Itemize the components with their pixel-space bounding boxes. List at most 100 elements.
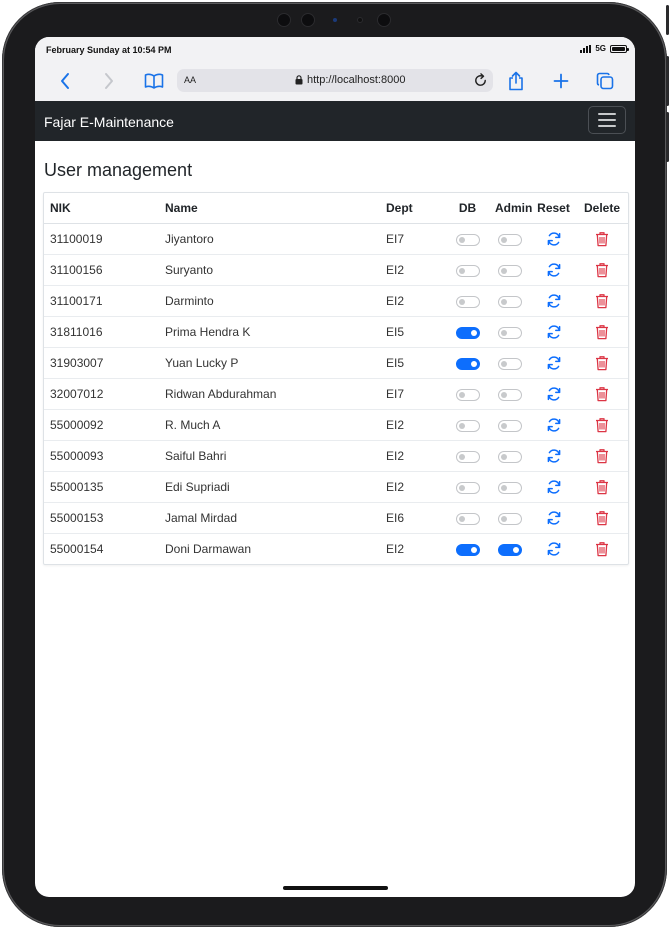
menu-toggle-button[interactable] — [588, 106, 626, 134]
admin-toggle[interactable] — [498, 512, 522, 525]
new-tab-button[interactable] — [549, 69, 573, 93]
db-toggle[interactable] — [455, 357, 480, 370]
back-button[interactable] — [53, 69, 77, 93]
table-row: 32007012 Ridwan Abdurahman EI7 — [44, 378, 628, 410]
reset-button[interactable] — [544, 260, 564, 280]
cell-name: Jiyantoro — [159, 223, 380, 255]
admin-toggle[interactable] — [498, 543, 522, 556]
book-icon — [144, 73, 164, 89]
reload-icon[interactable] — [472, 72, 489, 89]
delete-button[interactable] — [592, 322, 612, 342]
page-title: User management — [44, 160, 193, 180]
brand-link[interactable]: Fajar E-Maintenance — [44, 114, 174, 130]
bookmarks-button[interactable] — [142, 69, 166, 93]
address-bar[interactable]: AA http://localhost:8000 — [177, 69, 493, 92]
admin-toggle[interactable] — [498, 357, 522, 370]
delete-button[interactable] — [592, 291, 612, 311]
trash-icon — [596, 511, 608, 526]
cell-dept: EI7 — [380, 378, 446, 410]
chevron-left-icon — [61, 73, 69, 89]
admin-toggle[interactable] — [498, 326, 522, 339]
delete-button[interactable] — [592, 446, 612, 466]
delete-button[interactable] — [592, 415, 612, 435]
url-display[interactable]: http://localhost:8000 — [295, 74, 405, 86]
reset-button[interactable] — [544, 229, 564, 249]
reset-button[interactable] — [544, 291, 564, 311]
tabs-button[interactable] — [593, 69, 617, 93]
sensor-dot-icon — [357, 17, 363, 23]
cell-name: Yuan Lucky P — [159, 347, 380, 379]
screen: February Sunday at 10:54 PM 5G AA http:/… — [35, 37, 635, 897]
reset-button[interactable] — [544, 322, 564, 342]
db-toggle[interactable] — [455, 543, 480, 556]
cell-name: R. Much A — [159, 409, 380, 441]
table-row: 55000153 Jamal Mirdad EI6 — [44, 502, 628, 534]
db-toggle[interactable] — [455, 450, 480, 463]
share-button[interactable] — [504, 69, 528, 93]
refresh-icon — [547, 418, 560, 432]
refresh-icon — [547, 325, 560, 339]
db-toggle[interactable] — [455, 326, 480, 339]
delete-button[interactable] — [592, 508, 612, 528]
text-size-button[interactable]: AA — [184, 75, 196, 85]
db-toggle[interactable] — [455, 233, 480, 246]
reset-button[interactable] — [544, 353, 564, 373]
db-toggle[interactable] — [455, 295, 480, 308]
reset-button[interactable] — [544, 508, 564, 528]
cell-name: Darminto — [159, 285, 380, 317]
db-toggle[interactable] — [455, 481, 480, 494]
admin-toggle[interactable] — [498, 388, 522, 401]
table-row: 55000092 R. Much A EI2 — [44, 409, 628, 441]
app-navbar: Fajar E-Maintenance — [35, 101, 635, 141]
db-toggle[interactable] — [455, 419, 480, 432]
delete-button[interactable] — [592, 384, 612, 404]
cell-nik: 31811016 — [44, 316, 159, 348]
reset-button[interactable] — [544, 477, 564, 497]
cell-dept: EI6 — [380, 502, 446, 534]
cell-dept: EI2 — [380, 409, 446, 441]
plus-icon — [553, 73, 569, 89]
header-nik: NIK — [44, 193, 159, 224]
table-header-row: NIK Name Dept DB Admin Reset Delete — [44, 193, 628, 224]
db-toggle[interactable] — [455, 388, 480, 401]
header-name: Name — [159, 193, 380, 224]
battery-icon — [610, 44, 629, 53]
admin-toggle[interactable] — [498, 233, 522, 246]
trash-icon — [596, 325, 608, 340]
delete-button[interactable] — [592, 260, 612, 280]
reset-button[interactable] — [544, 415, 564, 435]
network-label: 5G — [595, 44, 606, 53]
admin-toggle[interactable] — [498, 419, 522, 432]
indicator-icon — [333, 18, 337, 22]
cell-nik: 31100156 — [44, 254, 159, 286]
cell-name: Edi Supriadi — [159, 471, 380, 503]
cell-name: Suryanto — [159, 254, 380, 286]
reset-button[interactable] — [544, 446, 564, 466]
delete-button[interactable] — [592, 229, 612, 249]
cell-nik: 55000154 — [50, 542, 104, 556]
home-indicator[interactable] — [283, 886, 388, 890]
delete-button[interactable] — [592, 353, 612, 373]
status-bar: February Sunday at 10:54 PM 5G — [35, 37, 635, 61]
header-delete: Delete — [576, 193, 628, 224]
delete-button[interactable] — [592, 477, 612, 497]
table-row: 31100171 Darminto EI2 — [44, 285, 628, 317]
reset-button[interactable] — [544, 539, 564, 559]
reset-button[interactable] — [544, 384, 564, 404]
admin-toggle[interactable] — [498, 264, 522, 277]
db-toggle[interactable] — [455, 512, 480, 525]
cell-name: Doni Darmawan — [165, 542, 252, 556]
trash-icon — [596, 480, 608, 495]
cell-dept: EI5 — [380, 316, 446, 348]
admin-toggle[interactable] — [498, 450, 522, 463]
admin-toggle[interactable] — [498, 481, 522, 494]
cell-nik: 32007012 — [44, 378, 159, 410]
lock-icon — [295, 75, 303, 85]
trash-icon — [596, 449, 608, 464]
db-toggle[interactable] — [455, 264, 480, 277]
trash-icon — [596, 232, 608, 247]
cell-name: Ridwan Abdurahman — [159, 378, 380, 410]
forward-button[interactable] — [97, 69, 121, 93]
admin-toggle[interactable] — [498, 295, 522, 308]
delete-button[interactable] — [592, 539, 612, 559]
